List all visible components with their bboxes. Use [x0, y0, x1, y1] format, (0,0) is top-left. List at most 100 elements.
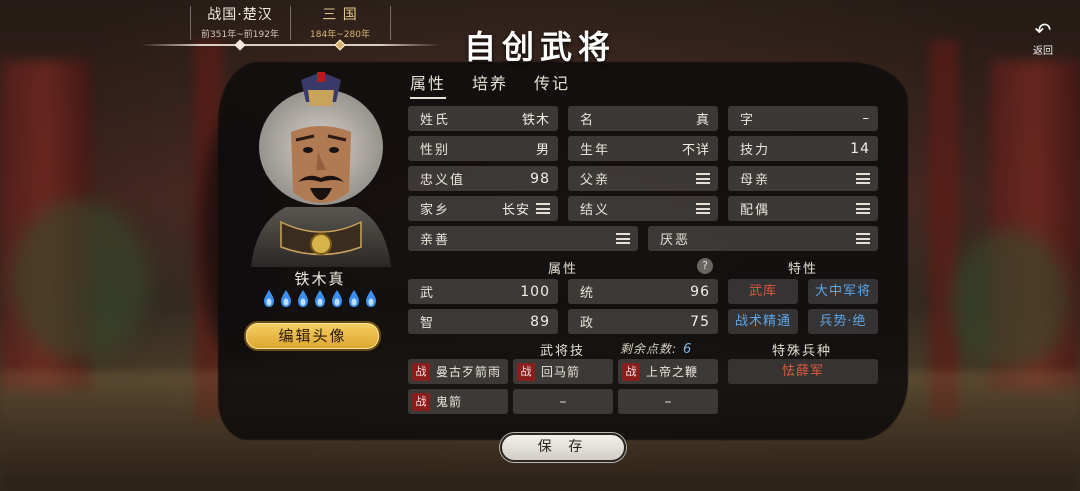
blue-flame-icon	[349, 290, 359, 307]
menu-icon	[616, 233, 630, 244]
blue-flame-icon	[281, 290, 291, 307]
trait-item[interactable]: 兵势·绝	[808, 309, 878, 334]
birth-year-label: 生年	[580, 143, 611, 158]
tab-biography[interactable]: 传记	[534, 70, 570, 99]
surname-value: 铁木	[521, 113, 550, 128]
hometown-label: 家乡	[420, 203, 451, 218]
spouse-label: 配偶	[740, 203, 771, 218]
surname-field[interactable]: 姓氏 铁木	[408, 106, 558, 131]
blue-flame-icon	[264, 290, 274, 307]
tab-training[interactable]: 培养	[472, 70, 508, 99]
skill-name: 曼古歹箭雨	[436, 365, 502, 379]
birth-year-value: 不详	[681, 143, 710, 158]
special-troop-header: 特殊兵种	[772, 344, 833, 359]
remaining-points-value: 6	[683, 342, 693, 357]
back-button[interactable]: ↶ 返回	[1026, 20, 1060, 57]
mother-label: 母亲	[740, 173, 771, 188]
leadership-value: 96	[690, 283, 710, 300]
intelligence-field[interactable]: 智 89	[408, 309, 558, 334]
courtesy-name-label: 字	[740, 113, 756, 128]
father-field[interactable]: 父亲	[568, 166, 718, 191]
trait-item[interactable]: 战术精通	[728, 309, 798, 334]
skill-points-label: 技力	[740, 143, 771, 158]
menu-icon	[536, 203, 550, 214]
skills-header: 武将技	[540, 344, 586, 359]
menu-icon	[696, 203, 710, 214]
intelligence-label: 智	[420, 316, 436, 331]
mother-field[interactable]: 母亲	[728, 166, 878, 191]
remaining-points: 剩余点数: 6	[620, 340, 692, 357]
bg-pillar	[930, 40, 958, 420]
war-field[interactable]: 武 100	[408, 279, 558, 304]
politics-label: 政	[580, 316, 596, 331]
politics-field[interactable]: 政 75	[568, 309, 718, 334]
dislikes-field[interactable]: 厌恶	[648, 226, 878, 251]
sworn-sibling-field[interactable]: 结义	[568, 196, 718, 221]
father-label: 父亲	[580, 173, 611, 188]
courtesy-name-value: –	[862, 111, 870, 126]
menu-icon	[856, 203, 870, 214]
tab-bar: 属性 培养 传记	[410, 70, 570, 99]
era-name: 战国·楚汉	[207, 7, 273, 23]
trait-item[interactable]: 大中军将	[808, 279, 878, 304]
loyalty-field[interactable]: 忠义值 98	[408, 166, 558, 191]
loyalty-label: 忠义值	[420, 173, 466, 188]
tab-attributes[interactable]: 属性	[410, 70, 447, 99]
hometown-field[interactable]: 家乡 长安	[408, 196, 558, 221]
leadership-field[interactable]: 统 96	[568, 279, 718, 304]
era-name: 三 国	[322, 7, 358, 23]
likes-field[interactable]: 亲善	[408, 226, 638, 251]
given-name-field[interactable]: 名 真	[568, 106, 718, 131]
battle-badge: 战	[412, 362, 430, 381]
attributes-header: 属性	[548, 262, 579, 277]
battle-badge: 战	[517, 362, 535, 381]
blue-flame-icon	[298, 290, 308, 307]
potential-gems	[250, 290, 390, 308]
save-button[interactable]: 保 存	[500, 433, 626, 462]
skill-slot-empty[interactable]: –	[618, 389, 718, 414]
menu-icon	[856, 173, 870, 184]
leadership-label: 统	[580, 286, 596, 301]
blue-flame-icon	[366, 290, 376, 307]
sworn-sibling-label: 结义	[580, 203, 611, 218]
courtesy-name-field[interactable]: 字 –	[728, 106, 878, 131]
loyalty-value: 98	[530, 170, 550, 187]
hometown-value: 长安	[501, 203, 530, 218]
given-name-value: 真	[695, 113, 710, 128]
intelligence-value: 89	[530, 313, 550, 330]
trait-item[interactable]: 武库	[728, 279, 798, 304]
special-troop-slot[interactable]: 怯薛军	[728, 359, 878, 384]
remaining-points-label: 剩余点数:	[620, 342, 678, 356]
skill-slot[interactable]: 战 曼古歹箭雨	[408, 359, 508, 384]
gender-field[interactable]: 性别 男	[408, 136, 558, 161]
skill-slot[interactable]: 战 回马箭	[513, 359, 613, 384]
return-arrow-icon: ↶	[1034, 18, 1052, 42]
battle-badge: 战	[622, 362, 640, 381]
bg-plant	[950, 230, 1070, 370]
help-icon[interactable]: ?	[697, 258, 713, 274]
dislikes-label: 厌恶	[660, 233, 691, 248]
general-portrait	[251, 72, 391, 267]
skill-slot[interactable]: 战 上帝之鞭	[618, 359, 718, 384]
blue-flame-icon	[315, 290, 325, 307]
back-label: 返回	[1033, 46, 1053, 57]
skill-name: 回马箭	[541, 365, 581, 379]
spouse-field[interactable]: 配偶	[728, 196, 878, 221]
skill-slot-empty[interactable]: –	[513, 389, 613, 414]
skill-slot[interactable]: 战 鬼箭	[408, 389, 508, 414]
likes-label: 亲善	[420, 233, 451, 248]
surname-label: 姓氏	[420, 113, 451, 128]
war-label: 武	[420, 286, 436, 301]
menu-icon	[696, 173, 710, 184]
politics-value: 75	[690, 313, 710, 330]
birth-year-field[interactable]: 生年 不详	[568, 136, 718, 161]
battle-badge: 战	[412, 392, 430, 411]
skill-name: 鬼箭	[436, 395, 463, 409]
gender-value: 男	[535, 143, 550, 158]
gender-label: 性别	[420, 143, 451, 158]
skill-points-value: 14	[850, 140, 870, 157]
skill-name: 上帝之鞭	[646, 365, 699, 379]
edit-avatar-button[interactable]: 编辑头像	[244, 321, 381, 351]
bg-plant	[10, 200, 150, 360]
given-name-label: 名	[580, 113, 596, 128]
